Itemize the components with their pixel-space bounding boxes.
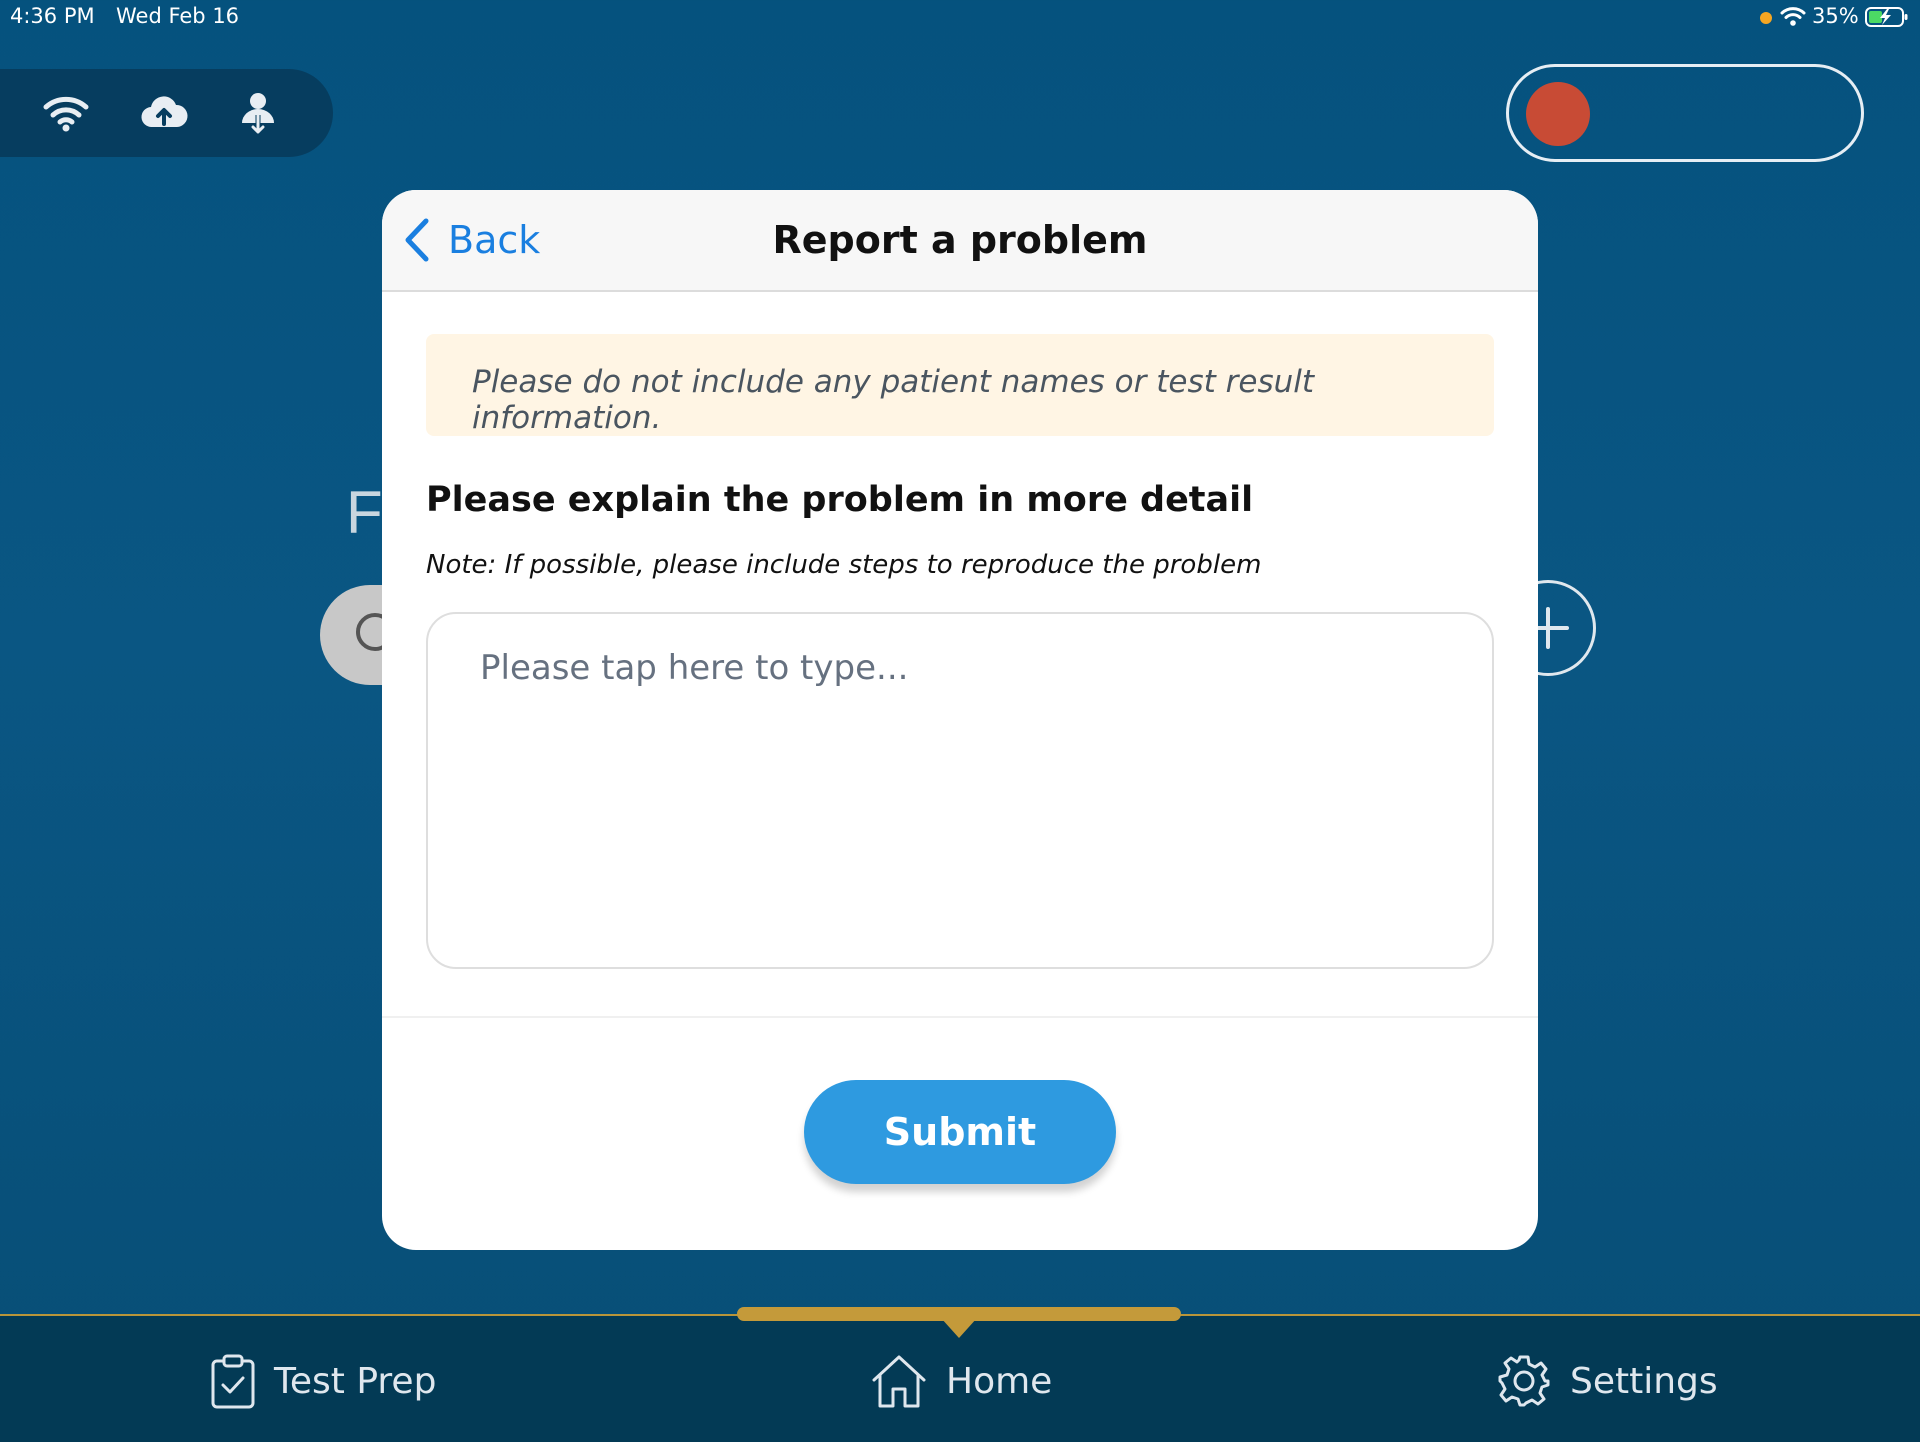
wifi-icon [1780,7,1806,26]
problem-description-input[interactable] [426,612,1494,969]
gear-icon [1498,1355,1550,1407]
reproduce-steps-note: Note: If possible, please include steps … [426,550,1262,580]
tab-settings-label: Settings [1570,1360,1718,1402]
privacy-warning-text: Please do not include any patient names … [472,364,1315,436]
status-bar: 4:36 PM Wed Feb 16 35% [0,0,1920,34]
status-date: Wed Feb 16 [116,4,240,28]
tab-home-label: Home [946,1360,1053,1402]
clipboard-check-icon [211,1354,255,1409]
tab-settings[interactable]: Settings [1496,1346,1718,1416]
problem-detail-heading: Please explain the problem in more detai… [426,480,1254,520]
tab-test-prep[interactable]: Test Prep [210,1346,436,1416]
user-sync-icon[interactable] [234,91,282,135]
privacy-warning-banner: Please do not include any patient names … [426,334,1494,436]
active-tab-notch [941,1318,977,1338]
background-heading-fragment: F [346,479,383,546]
wifi-icon[interactable] [42,91,90,135]
recording-indicator-dot [1760,12,1772,24]
modal-title: Report a problem [772,218,1148,262]
status-time: 4:36 PM [10,4,95,28]
tab-test-prep-label: Test Prep [274,1360,437,1402]
footer-divider [382,1016,1538,1018]
back-button[interactable]: Back [402,212,540,268]
tab-home[interactable]: Home [870,1346,1052,1416]
submit-button[interactable]: Submit [804,1080,1116,1184]
modal-header: Report a problem Back [382,190,1538,292]
record-toggle-knob [1526,82,1590,146]
cloud-upload-icon[interactable] [140,91,188,135]
battery-charging-icon [1865,7,1908,27]
sync-status-toolbar [0,69,333,157]
chevron-left-icon [405,218,429,262]
home-icon [872,1355,926,1408]
back-label: Back [448,218,541,262]
report-problem-modal: Report a problem Back Please do not incl… [382,190,1538,1250]
record-toggle[interactable] [1506,64,1864,162]
battery-percent: 35% [1812,4,1859,28]
